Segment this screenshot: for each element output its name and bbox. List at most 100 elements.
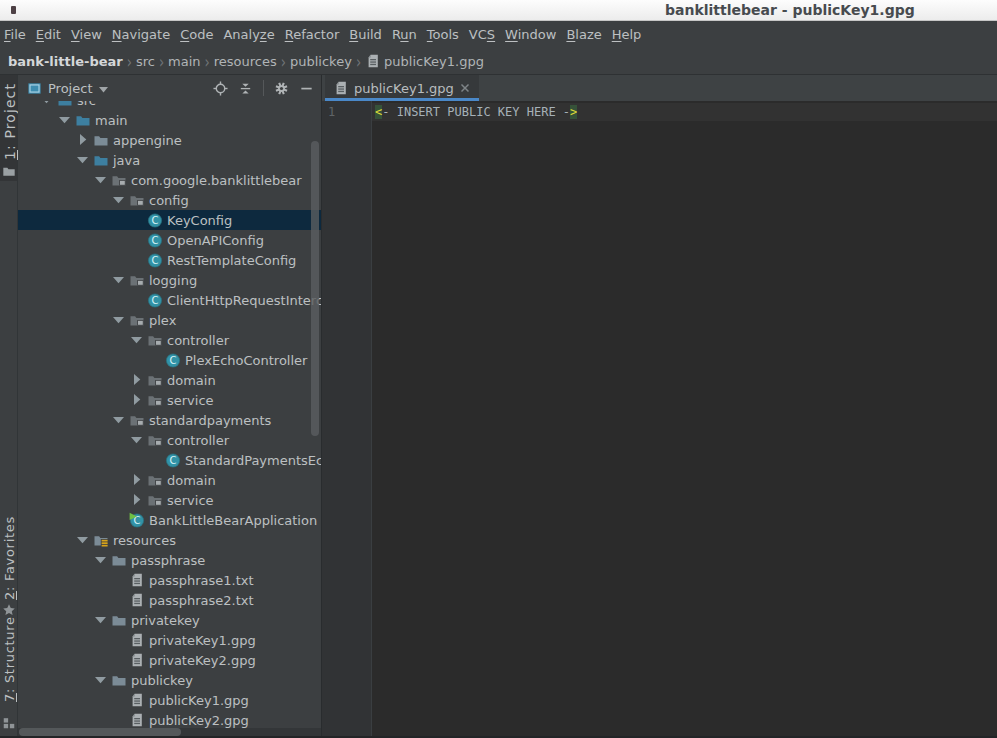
tree-row-controller[interactable]: controller [18,330,321,350]
tree-collapse-icon[interactable] [129,392,147,408]
tree-expand-icon[interactable] [57,112,75,128]
tree-row-publickey2-gpg[interactable]: publicKey2.gpg [18,710,321,730]
chevron-down-icon[interactable] [97,83,110,96]
breadcrumb-item[interactable]: publickey [290,54,352,69]
editor-tab[interactable]: publicKey1.gpg [325,75,479,101]
menu-view[interactable]: View [71,27,102,42]
menu-code[interactable]: Code [180,27,213,42]
tree-row-standardpayments[interactable]: standardpayments [18,410,321,430]
tree-row-service[interactable]: service [18,390,321,410]
stripe-button-favorites[interactable]: 2: Favorites [2,516,17,600]
project-panel-title[interactable]: Project [48,81,92,96]
tree-collapse-icon[interactable] [75,132,93,148]
tree-row-com-google-banklittlebear[interactable]: com.google.banklittlebear [18,170,321,190]
tree-row-passphrase[interactable]: passphrase [18,550,321,570]
menu-run[interactable]: Run [392,27,417,42]
tree-row-privatekey1-gpg[interactable]: privateKey1.gpg [18,630,321,650]
tree-expand-icon[interactable] [93,612,111,628]
stripe-button-structure[interactable]: 7: Structure [2,616,17,702]
breadcrumb-item[interactable]: bank-little-bear [8,54,123,69]
folder-icon [111,552,127,568]
editor-content[interactable]: <- INSERT PUBLIC KEY HERE -> [372,101,997,738]
gear-icon[interactable] [274,81,289,96]
horizontal-scrollbar[interactable] [19,728,181,736]
tree-row-standardpaymentsechocontroller[interactable]: CStandardPaymentsEchoController [18,450,321,470]
menu-navigate[interactable]: Navigate [112,27,170,42]
editor[interactable]: 1 <- INSERT PUBLIC KEY HERE -> [322,101,997,738]
close-icon[interactable] [459,82,471,94]
tree-row-keyconfig[interactable]: CKeyConfig [18,210,321,230]
breadcrumb-item[interactable]: resources [214,54,277,69]
menu-refactor[interactable]: Refactor [285,27,340,42]
code-line[interactable]: <- INSERT PUBLIC KEY HERE -> [372,103,997,121]
menu-build[interactable]: Build [349,27,382,42]
tree-row-publickey[interactable]: publickey [18,670,321,690]
tree-row-privatekey[interactable]: privatekey [18,610,321,630]
tree-expand-icon[interactable] [75,532,93,548]
tree-indent [111,632,129,648]
tree-row-src[interactable]: src [18,101,321,110]
star-icon[interactable] [2,603,16,617]
tree-row-java[interactable]: java [18,150,321,170]
vertical-scrollbar[interactable] [311,141,319,436]
package-icon [129,312,145,328]
tree-expand-icon[interactable] [129,432,147,448]
locate-icon[interactable] [213,81,228,96]
tree-expand-icon[interactable] [93,672,111,688]
menu-analyze[interactable]: Analyze [223,27,274,42]
tree-collapse-icon[interactable] [129,372,147,388]
tree-expand-icon[interactable] [111,272,129,288]
tree-row-controller[interactable]: controller [18,430,321,450]
menu-window[interactable]: Window [505,27,556,42]
tree-expand-icon[interactable] [93,552,111,568]
menu-tools[interactable]: Tools [427,27,459,42]
stripe-button-project[interactable]: 1: Project [2,83,18,160]
tree-row-passphrase1-txt[interactable]: passphrase1.txt [18,570,321,590]
tree-row-privatekey2-gpg[interactable]: privateKey2.gpg [18,650,321,670]
tree-collapse-icon[interactable] [129,472,147,488]
tree-expand-icon[interactable] [111,192,129,208]
tree-expand-icon[interactable] [93,172,111,188]
tree-row-config[interactable]: config [18,190,321,210]
collapse-all-icon[interactable] [238,81,253,96]
menu-file[interactable]: File [4,27,26,42]
hide-panel-icon[interactable] [299,81,314,96]
tree-expand-icon[interactable] [111,412,129,428]
structure-icon[interactable] [2,716,16,730]
tree-row-publickey1-gpg[interactable]: publicKey1.gpg [18,690,321,710]
breadcrumb-item[interactable]: main [168,54,200,69]
breadcrumb-item[interactable]: src [136,54,155,69]
tree-indent [111,512,129,528]
tree-collapse-icon[interactable] [129,492,147,508]
tree-row-openapiconfig[interactable]: COpenAPIConfig [18,230,321,250]
tree-row-plexechocontroller[interactable]: CPlexEchoController [18,350,321,370]
tree-row-appengine[interactable]: appengine [18,130,321,150]
tree-row-banklittlebearapplication[interactable]: CBankLittleBearApplication [18,510,321,530]
class-icon: C [165,452,181,468]
tree-expand-icon[interactable] [111,312,129,328]
tree-expand-icon[interactable] [129,332,147,348]
menu-edit[interactable]: Edit [36,27,61,42]
tree-row-clienthttprequestinterceptor[interactable]: CClientHttpRequestInterceptor [18,290,321,310]
tree-row-logging[interactable]: logging [18,270,321,290]
tree-expand-icon[interactable] [75,152,93,168]
tree-row-domain[interactable]: domain [18,370,321,390]
tree-row-domain[interactable]: domain [18,470,321,490]
menu-help[interactable]: Help [612,27,642,42]
tree-row-resources[interactable]: resources [18,530,321,550]
tree-row-service[interactable]: service [18,490,321,510]
folder-source-icon [93,152,109,168]
tree-indent [147,352,165,368]
tree-row-passphrase2-txt[interactable]: passphrase2.txt [18,590,321,610]
tree-row-main[interactable]: main [18,110,321,130]
breadcrumb-item[interactable]: publicKey1.gpg [384,54,484,69]
tree-expand-icon[interactable] [39,101,57,108]
tree-label: appengine [113,133,182,148]
menu-blaze[interactable]: Blaze [566,27,601,42]
class-icon: C [147,292,163,308]
code-text: - INSERT PUBLIC KEY HERE - [382,105,570,119]
tree-row-plex[interactable]: plex [18,310,321,330]
project-folder-icon[interactable] [2,164,16,178]
tree-row-resttemplateconfig[interactable]: CRestTemplateConfig [18,250,321,270]
menu-vcs[interactable]: VCS [469,27,495,42]
